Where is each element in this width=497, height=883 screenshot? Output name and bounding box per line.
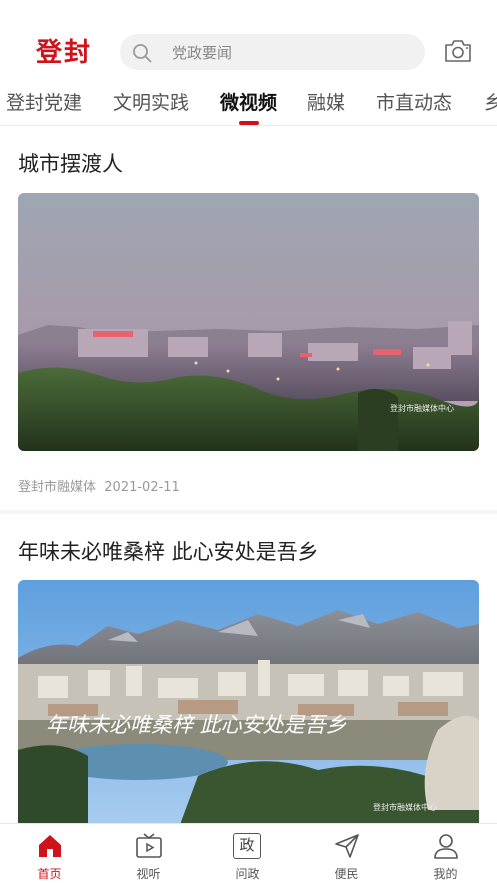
tabbar-item-wenzheng[interactable]: 政 问政 (198, 824, 297, 883)
image-watermark: 登封市融媒体中心 (373, 802, 437, 812)
home-icon (39, 835, 61, 857)
send-icon (335, 834, 359, 858)
article-title[interactable]: 年味未必唯桑梓 此心安处是吾乡 (18, 536, 319, 566)
article-thumbnail[interactable]: 年味未必唯桑梓 此心安处是吾乡 登封市融媒体中心 (18, 580, 479, 830)
tabbar-item-home[interactable]: 首页 (0, 824, 99, 883)
article-card[interactable]: 城市摆渡人 登封市融媒体中心 登封市融媒体 2021-02-11 (0, 126, 497, 510)
tab-shizhi-dongtai[interactable]: 市直动态 (376, 88, 452, 115)
channel-tabs: 登封党建 文明实践 微视频 融媒 市直动态 乡 (0, 84, 497, 126)
image-overlay-caption: 年味未必唯桑梓 此心安处是吾乡 (46, 713, 347, 737)
tabbar-label: 首页 (37, 867, 62, 881)
zheng-icon: 政 (233, 833, 261, 859)
tabbar-label: 便民 (334, 867, 359, 881)
article-source: 登封市融媒体 (18, 480, 97, 495)
app-header: 登封 党政要闻 (0, 0, 497, 84)
tabbar-item-wode[interactable]: 我的 (396, 824, 495, 883)
article-title[interactable]: 城市摆渡人 (18, 148, 123, 178)
bottom-tab-bar: 首页 视听 政 问政 便民 我的 (0, 823, 497, 883)
tabbar-item-bianmin[interactable]: 便民 (297, 824, 396, 883)
tabbar-label: 视听 (136, 867, 161, 881)
app-logo[interactable]: 登封 (36, 32, 92, 69)
tab-dengfeng-dangjian[interactable]: 登封党建 (6, 88, 82, 115)
active-tab-indicator (239, 121, 259, 125)
article-thumbnail[interactable]: 登封市融媒体中心 (18, 193, 479, 451)
search-placeholder: 党政要闻 (172, 44, 233, 62)
camera-icon[interactable] (443, 38, 473, 64)
tab-rongmei[interactable]: 融媒 (307, 88, 345, 115)
tabbar-label: 问政 (235, 867, 260, 881)
tv-icon (136, 833, 162, 858)
tab-xiang[interactable]: 乡 (484, 88, 497, 115)
tab-wenming-shijian[interactable]: 文明实践 (113, 88, 189, 115)
tabbar-item-shiting[interactable]: 视听 (99, 824, 198, 883)
article-card[interactable]: 年味未必唯桑梓 此心安处是吾乡 年味未必唯桑梓 此心安处是吾乡 登封市融媒体中心 (0, 514, 497, 830)
city-mountain-image: 年味未必唯桑梓 此心安处是吾乡 登封市融媒体中心 (18, 580, 479, 830)
search-icon (133, 44, 152, 63)
article-date: 2021-02-11 (104, 480, 180, 495)
article-meta: 登封市融媒体 2021-02-11 (18, 476, 180, 495)
tab-wei-shipin[interactable]: 微视频 (220, 88, 277, 115)
person-icon (434, 834, 458, 859)
tabbar-label: 我的 (433, 867, 458, 881)
search-bar[interactable]: 党政要闻 (120, 34, 425, 70)
image-watermark: 登封市融媒体中心 (390, 403, 454, 413)
city-dusk-image: 登封市融媒体中心 (18, 193, 479, 451)
